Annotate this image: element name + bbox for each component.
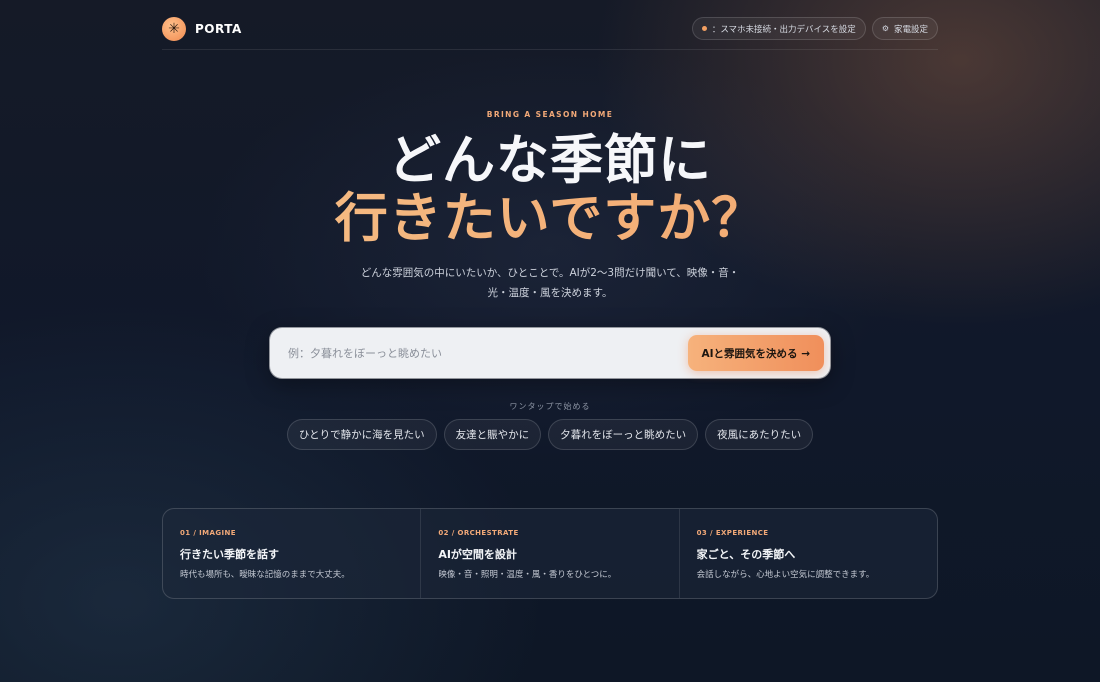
header-actions: ：スマホ未接続・出力デバイスを設定 ⚙ 家電設定 [691,17,938,42]
quick-chip-sea[interactable]: ひとりで静かに海を見たい [286,419,437,450]
mood-input[interactable] [288,346,668,360]
step-experience: 03 / EXPERIENCE 家ごと、その季節へ 会話しながら、心地よい空気に… [680,509,937,598]
brand[interactable]: ✳ PORTA [162,16,242,43]
hero-title-line1: どんな季節に [388,130,712,191]
hero-subtitle-line2: 光・温度・風を決めます。 [487,287,613,299]
step-title: 行きたい季節を話す [180,548,279,561]
quick-chip-sunset[interactable]: 夕暮れをぼーっと眺めたい [548,419,699,450]
hero-title: どんな季節に 行きたいですか？ [0,132,1100,248]
quick-start-label: ワンタップで始める [509,402,591,411]
how-it-works-panel: 01 / IMAGINE 行きたい季節を話す 時代も場所も、曖昧な記憶のままで大… [162,508,938,599]
step-tag: 01 / IMAGINE [180,529,236,537]
quick-chip-friends[interactable]: 友達と賑やかに [443,419,542,450]
hero-subtitle: どんな雰囲気の中にいたいか、ひとことで。AIが2〜3問だけ聞いて、映像・音・ 光… [340,263,760,303]
appliance-settings-button[interactable]: ⚙ 家電設定 [871,17,938,40]
brand-name: PORTA [195,21,242,36]
quick-chip-night-breeze[interactable]: 夜風にあたりたい [705,419,814,450]
quick-start-chips: ひとりで静かに海を見たい 友達と賑やかに 夕暮れをぼーっと眺めたい 夜風にあたり… [0,419,1100,450]
decide-with-ai-button[interactable]: AIと雰囲気を決める → [687,335,824,371]
step-description: 時代も場所も、曖昧な記憶のままで大丈夫。 [180,570,350,580]
top-bar: ✳ PORTA ：スマホ未接続・出力デバイスを設定 ⚙ 家電設定 [162,10,938,50]
step-title: 家ごと、その季節へ [696,548,796,561]
hero-eyebrow: BRING A SEASON HOME [486,110,614,119]
step-imagine: 01 / IMAGINE 行きたい季節を話す 時代も場所も、曖昧な記憶のままで大… [163,509,422,598]
appliance-settings-label: 家電設定 [893,23,928,34]
step-title: AIが空間を設計 [438,548,517,561]
device-status-label: ：スマホ未接続・出力デバイスを設定 [711,23,856,34]
step-description: 映像・音・照明・温度・風・香りをひとつに。 [438,570,617,580]
hero-subtitle-line1: どんな雰囲気の中にいたいか、ひとことで。AIが2〜3問だけ聞いて、映像・音・ [360,267,740,279]
step-tag: 03 / EXPERIENCE [696,529,769,537]
step-orchestrate: 02 / ORCHESTRATE AIが空間を設計 映像・音・照明・温度・風・香… [421,509,680,598]
mood-search-bar: AIと雰囲気を決める → [270,328,830,378]
device-status-button[interactable]: ：スマホ未接続・出力デバイスを設定 [691,17,866,40]
gear-icon: ⚙ [881,24,889,33]
sun-logo-icon: ✳ [162,16,186,41]
hero-title-line2: 行きたいですか？ [0,190,1100,248]
step-tag: 02 / ORCHESTRATE [438,529,519,537]
status-dot-icon [701,26,707,31]
step-description: 会話しながら、心地よい空気に調整できます。 [696,570,875,580]
